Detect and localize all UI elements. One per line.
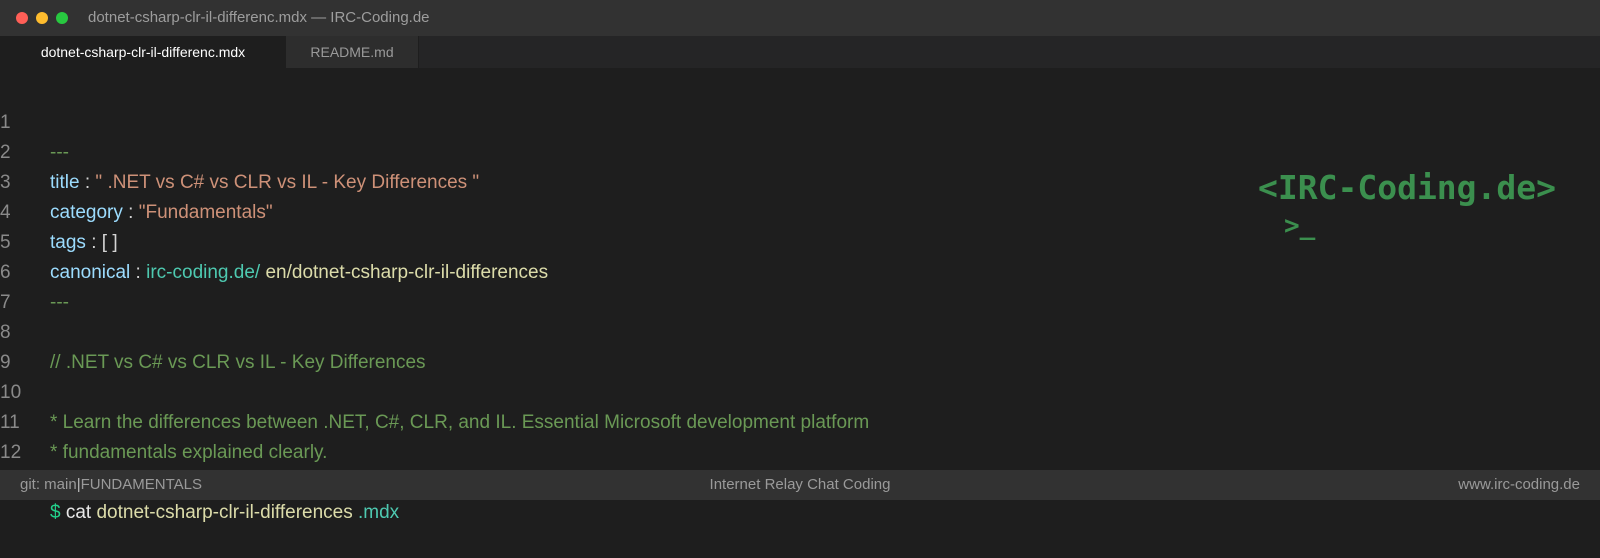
site-logo: <IRC-Coding.de> xyxy=(1258,168,1557,207)
shell-prompt: $ xyxy=(50,502,61,523)
shell-file-extension: .mdx xyxy=(352,502,400,523)
code-line: 10 * Learn the differences between .NET,… xyxy=(0,348,1200,433)
code-line: 8 // .NET vs C# vs CLR vs IL - Key Diffe… xyxy=(0,288,1200,373)
terminal-cursor-icon: >_ xyxy=(1284,211,1316,241)
minimize-window-button[interactable] xyxy=(36,12,48,24)
code-line: 9 xyxy=(0,318,1200,373)
code-line: 13 $ cat dotnet-csharp-clr-il-difference… xyxy=(0,438,1200,523)
shell-command: cat xyxy=(60,502,97,523)
code-line: 6 --- xyxy=(0,228,1200,313)
zoom-window-button[interactable] xyxy=(56,12,68,24)
status-website[interactable]: www.irc-coding.de xyxy=(1458,470,1580,500)
tab-dotnet-mdx[interactable]: dotnet-csharp-clr-il-differenc.mdx xyxy=(0,36,286,68)
code-editor[interactable]: 1 --- 2 title : " .NET vs C# vs CLR vs I… xyxy=(0,68,1600,523)
code-line: 5 canonical : irc-coding.de/ en/dotnet-c… xyxy=(0,198,1200,283)
code-line: 2 title : " .NET vs C# vs CLR vs IL - Ke… xyxy=(0,108,1200,193)
code-line: 1 --- xyxy=(0,78,1200,163)
window-title: dotnet-csharp-clr-il-differenc.mdx — IRC… xyxy=(88,9,430,26)
code-line: 7 xyxy=(0,258,1200,313)
title-bar: dotnet-csharp-clr-il-differenc.mdx — IRC… xyxy=(0,0,1600,36)
code-line: 12 xyxy=(0,408,1200,463)
code-line: 11 * fundamentals explained clearly. xyxy=(0,378,1200,463)
tab-bar: dotnet-csharp-clr-il-differenc.mdx READM… xyxy=(0,36,1600,68)
code-line: 3 category : "Fundamentals" xyxy=(0,138,1200,223)
status-bar: git: main|FUNDAMENTALS Internet Relay Ch… xyxy=(0,470,1600,500)
status-tagline: Internet Relay Chat Coding xyxy=(709,476,891,493)
tab-readme[interactable]: README.md xyxy=(286,36,419,68)
code-line: 4 tags : [ ] xyxy=(0,168,1200,253)
shell-filename: dotnet-csharp-clr-il-differences xyxy=(96,502,353,523)
close-window-button[interactable] xyxy=(16,12,28,24)
